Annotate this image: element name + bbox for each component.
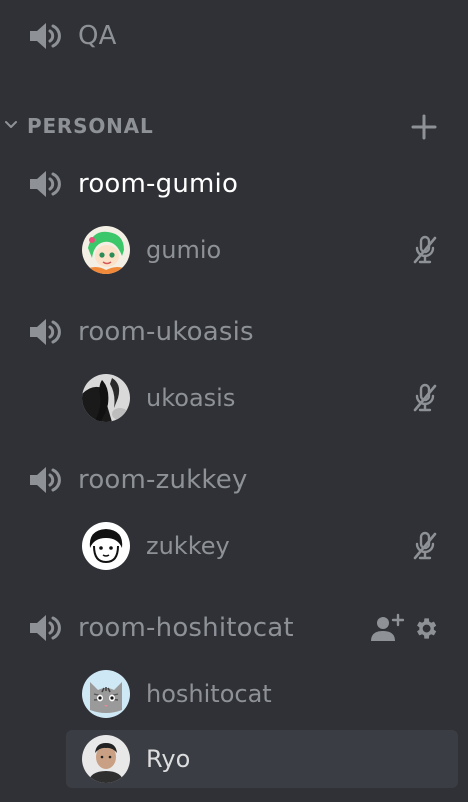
voice-channel-sidebar: QA PERSONAL room-gumio gumio room-ukoasi… [0,0,468,802]
category-label: PERSONAL [27,114,154,138]
mic-muted-icon [412,383,438,413]
plus-icon[interactable] [410,113,438,141]
member-name: zukkey [146,532,230,560]
channel-room-ukoasis[interactable]: room-ukoasis [0,306,468,358]
avatar [82,522,130,570]
channel-name: room-zukkey [78,465,248,495]
speaker-icon [28,316,64,348]
channel-name: room-ukoasis [78,317,254,347]
speaker-icon [28,20,64,52]
avatar [82,374,130,422]
channel-name: room-gumio [78,169,239,199]
member-name: ukoasis [146,384,236,412]
mic-muted-icon [412,531,438,561]
member-name: Ryo [146,745,191,773]
speaker-icon [28,464,64,496]
channel-qa[interactable]: QA [0,10,468,62]
member-name: hoshitocat [146,680,272,708]
channel-name: room-hoshitocat [78,613,294,643]
channel-room-zukkey[interactable]: room-zukkey [0,454,468,506]
avatar [82,226,130,274]
avatar [82,670,130,718]
chevron-down-icon [5,121,17,128]
voice-member-ukoasis[interactable]: ukoasis [66,369,458,427]
invite-member-icon[interactable] [370,613,404,643]
voice-member-ryo[interactable]: Ryo [66,730,458,788]
category-personal[interactable]: PERSONAL [0,106,468,146]
channel-room-gumio[interactable]: room-gumio [0,158,468,210]
speaker-icon [28,168,64,200]
member-name: gumio [146,236,222,264]
channel-name: QA [78,21,117,51]
avatar [82,735,130,783]
voice-member-zukkey[interactable]: zukkey [66,517,458,575]
gear-icon[interactable] [412,615,439,642]
voice-member-hoshitocat[interactable]: hoshitocat [66,665,458,723]
voice-member-gumio[interactable]: gumio [66,221,458,279]
speaker-icon [28,612,64,644]
channel-actions [370,611,440,645]
mic-muted-icon [412,235,438,265]
